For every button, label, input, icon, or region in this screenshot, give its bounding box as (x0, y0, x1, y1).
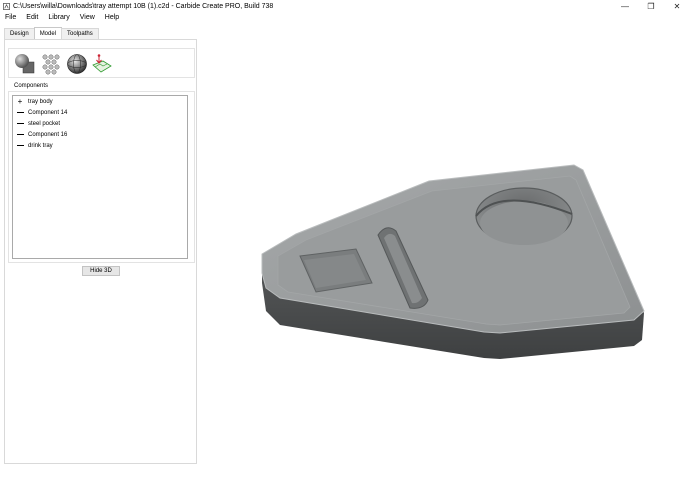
title-bar: C:\Users\willa\Downloads\tray attempt 10… (0, 0, 690, 12)
component-label: Component 14 (28, 109, 68, 116)
list-item[interactable]: steel pocket (13, 118, 187, 129)
window-title: C:\Users\willa\Downloads\tray attempt 10… (13, 2, 274, 10)
model-panel: Components + tray body Component 14 stee… (4, 39, 197, 464)
component-label: steel pocket (28, 120, 61, 127)
menu-bar: File Edit Library View Help (0, 12, 690, 23)
menu-library[interactable]: Library (43, 14, 74, 21)
plus-icon: + (17, 96, 23, 106)
minimize-button[interactable]: — (612, 0, 638, 12)
component-label: tray body (28, 98, 53, 105)
app-icon (3, 2, 10, 10)
dash-icon (16, 120, 24, 128)
window-controls: — ❐ ✕ (612, 0, 690, 12)
menu-file[interactable]: File (0, 14, 21, 21)
tab-model[interactable]: Model (33, 27, 63, 39)
tab-design[interactable]: Design (4, 28, 35, 39)
dash-icon (16, 142, 24, 150)
image-import-icon[interactable] (91, 53, 113, 75)
components-group: + tray body Component 14 steel pocket Co… (8, 91, 195, 263)
sphere-tool-icon[interactable] (66, 53, 88, 75)
texture-tool-icon[interactable] (40, 53, 62, 75)
component-label: Component 16 (28, 131, 68, 138)
list-item[interactable]: + tray body (13, 96, 187, 107)
list-item[interactable]: drink tray (13, 140, 187, 151)
hide-3d-button[interactable]: Hide 3D (82, 266, 120, 276)
mode-tabs: Design Model Toolpaths (4, 27, 99, 39)
shapes-tool-icon[interactable] (14, 53, 36, 75)
menu-edit[interactable]: Edit (21, 14, 43, 21)
dash-icon (16, 131, 24, 139)
3d-viewport[interactable] (200, 28, 690, 480)
component-label: drink tray (28, 142, 53, 149)
components-list[interactable]: + tray body Component 14 steel pocket Co… (12, 95, 188, 259)
tab-toolpaths[interactable]: Toolpaths (61, 28, 99, 39)
list-item[interactable]: Component 16 (13, 129, 187, 140)
model-toolbar (8, 48, 195, 78)
menu-help[interactable]: Help (100, 14, 124, 21)
menu-view[interactable]: View (75, 14, 100, 21)
list-item[interactable]: Component 14 (13, 107, 187, 118)
tray-3d-model (261, 164, 645, 359)
dash-icon (16, 109, 24, 117)
components-label: Components (14, 83, 49, 89)
maximize-button[interactable]: ❐ (638, 0, 664, 12)
close-button[interactable]: ✕ (664, 0, 690, 12)
